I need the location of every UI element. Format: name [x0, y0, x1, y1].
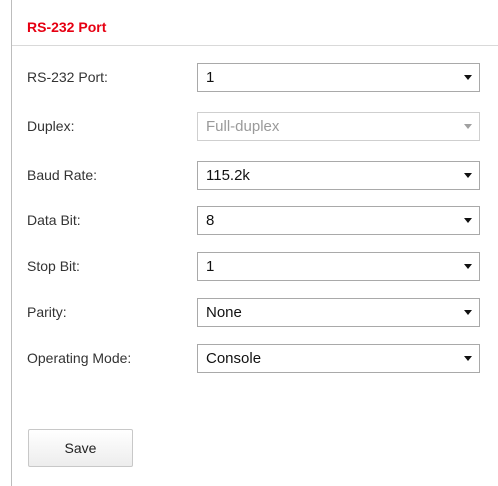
duplex-label: Duplex:	[27, 118, 75, 134]
form-row-data-bit: Data Bit: 8	[12, 206, 498, 235]
rs232-port-value: 1	[206, 69, 215, 86]
form-row-duplex: Duplex: Full-duplex	[12, 112, 498, 141]
rs232-port-label: RS-232 Port:	[27, 69, 108, 85]
data-bit-select[interactable]: 8	[197, 206, 480, 235]
form-row-stop-bit: Stop Bit: 1	[12, 252, 498, 281]
baud-rate-label: Baud Rate:	[27, 167, 98, 183]
section-title: RS-232 Port	[27, 19, 107, 35]
operating-mode-value: Console	[206, 350, 262, 367]
baud-rate-select[interactable]: 115.2k	[197, 161, 480, 190]
data-bit-value: 8	[206, 212, 215, 229]
chevron-down-icon	[464, 75, 472, 80]
form-row-operating-mode: Operating Mode: Console	[12, 344, 498, 373]
duplex-value: Full-duplex	[206, 118, 280, 135]
rs232-port-select[interactable]: 1	[197, 63, 480, 92]
form-row-baud-rate: Baud Rate: 115.2k	[12, 161, 498, 190]
parity-label: Parity:	[27, 304, 67, 320]
chevron-down-icon	[464, 264, 472, 269]
parity-value: None	[206, 304, 242, 321]
operating-mode-label: Operating Mode:	[27, 350, 132, 366]
chevron-down-icon	[464, 124, 472, 129]
stop-bit-label: Stop Bit:	[27, 258, 80, 274]
parity-select[interactable]: None	[197, 298, 480, 327]
stop-bit-value: 1	[206, 258, 215, 275]
baud-rate-value: 115.2k	[206, 167, 250, 184]
operating-mode-select[interactable]: Console	[197, 344, 480, 373]
chevron-down-icon	[464, 356, 472, 361]
stop-bit-select[interactable]: 1	[197, 252, 480, 281]
chevron-down-icon	[464, 310, 472, 315]
form-row-rs232-port: RS-232 Port: 1	[12, 63, 498, 92]
duplex-select: Full-duplex	[197, 112, 480, 141]
form-row-parity: Parity: None	[12, 298, 498, 327]
data-bit-label: Data Bit:	[27, 212, 81, 228]
chevron-down-icon	[464, 173, 472, 178]
save-button[interactable]: Save	[28, 429, 133, 467]
chevron-down-icon	[464, 218, 472, 223]
rs232-settings-panel: RS-232 Port RS-232 Port: 1 Duplex: Full-…	[11, 0, 498, 486]
section-header: RS-232 Port	[12, 0, 498, 46]
